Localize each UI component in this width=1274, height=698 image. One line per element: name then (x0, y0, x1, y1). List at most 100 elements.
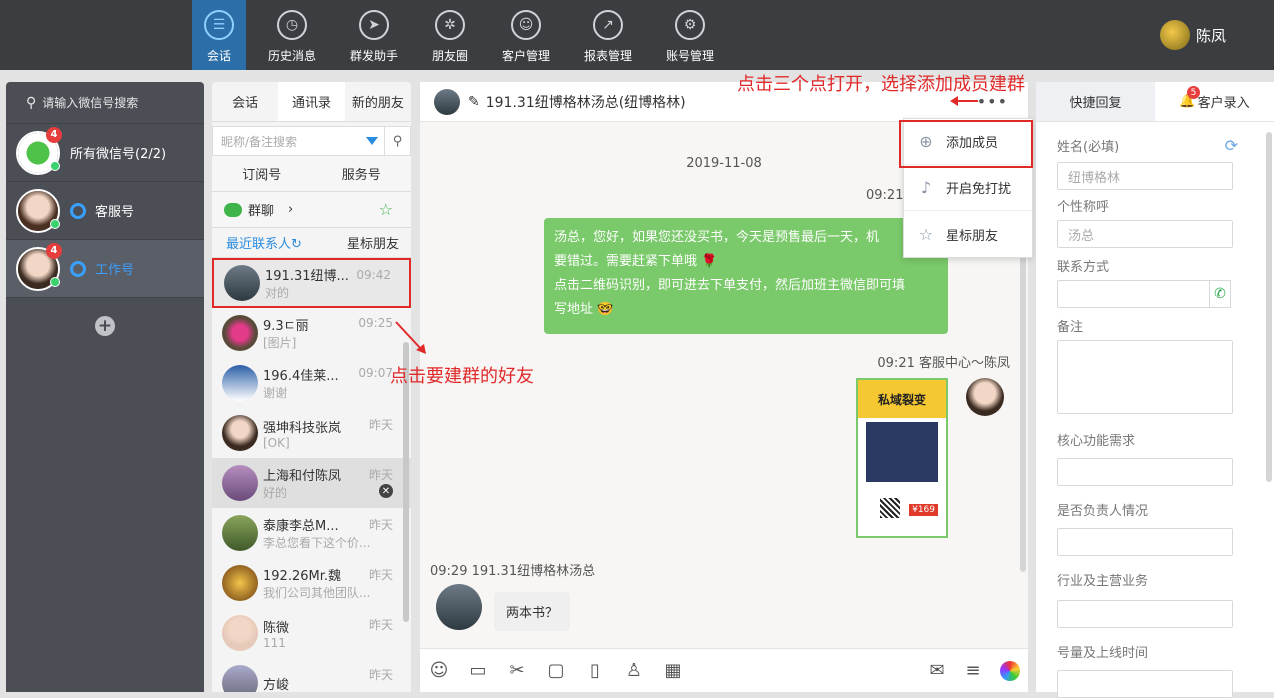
avatar (434, 88, 460, 115)
refresh-icon[interactable]: ⟳ (1225, 136, 1238, 155)
online-dot (50, 160, 60, 171)
annotation-arrow (395, 321, 426, 354)
nav-customers[interactable]: ☺ 客户管理 (496, 0, 556, 70)
group-chats[interactable]: 群聊 › ☆ (212, 192, 411, 228)
contact-item[interactable]: 196.4佳莱... 谢谢 09:07 (212, 358, 411, 408)
field-input[interactable]: 纽博格林 (1057, 162, 1233, 190)
edit-icon[interactable]: ✎ (468, 94, 480, 110)
recent-header: 最近联系人↻ 星标朋友 (212, 228, 411, 258)
contact-item[interactable]: 陈微 111 昨天 (212, 608, 411, 658)
file-icon[interactable]: ▯ (584, 660, 606, 681)
message-line: 点击二维码识别，即可进去下单支付，然后加班主微信即可填 (554, 278, 906, 293)
dropdown-icon[interactable] (366, 137, 378, 145)
nav-history[interactable]: ◷ 历史消息 (262, 0, 322, 70)
menu-item-star[interactable]: ☆ 星标朋友 (904, 211, 1032, 257)
tab-customer-entry[interactable]: 🔔 5 客户录入 (1155, 82, 1274, 121)
contact-last-message: [OK] (263, 435, 290, 450)
avatar (224, 265, 260, 301)
send-icon: ➤ (359, 10, 389, 40)
contact-list-panel: 会话 通讯录 新的朋友 昵称/备注搜索 ⚲ 订阅号 服务号 群聊 › ☆ 最近联… (212, 82, 411, 692)
contact-item[interactable]: 方峻 昨天 (212, 658, 411, 692)
field-input[interactable] (1057, 340, 1233, 414)
message-bubble-sent: 汤总，您好，如果您还没买书，今天是预售最后一天，机 要错过。需要赶紧下单哦 🌹 … (544, 218, 948, 334)
contact-name: 陈微 (263, 620, 290, 636)
avatar: 4 (16, 242, 62, 291)
monitor-icon[interactable]: ▢ (545, 660, 567, 681)
contact-name: 191.31纽博... (265, 269, 349, 284)
contact-time: 09:42 (356, 268, 391, 282)
contact-search-input[interactable]: 昵称/备注搜索 ⚲ (212, 126, 411, 156)
nav-broadcast[interactable]: ➤ 群发助手 (344, 0, 404, 70)
books-image (866, 422, 938, 482)
avatar (16, 188, 60, 233)
service-accounts[interactable]: 服务号 (342, 164, 381, 183)
recent-contacts-tab[interactable]: 最近联系人↻ (226, 233, 302, 252)
scrollbar[interactable] (1020, 212, 1026, 572)
user-menu[interactable]: 陈凤 (1159, 20, 1226, 50)
field-input[interactable] (1057, 528, 1233, 556)
contact-card-icon[interactable]: ♙ (623, 660, 645, 681)
scrollbar[interactable] (1266, 132, 1272, 482)
subscription-accounts[interactable]: 订阅号 (242, 164, 281, 183)
account-search-placeholder: 请输入微信号搜索 (42, 96, 139, 110)
starred-friends-tab[interactable]: 星标朋友 (347, 233, 399, 252)
scissors-icon[interactable]: ✂ (506, 660, 528, 681)
contact-item[interactable]: 强坤科技张岚 [OK] 昨天 (212, 408, 411, 458)
menu-item-mute[interactable]: ♪ 开启免打扰 (904, 165, 1032, 211)
account-item-service[interactable]: 客服号 (6, 182, 204, 240)
contact-item[interactable]: 泰康李总M... 李总您看下这个价... 昨天 (212, 508, 411, 558)
contact-last-message: [图片] (263, 336, 297, 350)
quick-reply-icon[interactable]: ✉ (926, 660, 948, 681)
chat-title: 191.31纽博格林汤总(纽博格林) (485, 94, 686, 111)
contact-time: 昨天 (368, 518, 393, 532)
tab-contacts[interactable]: 通讯录 (278, 82, 345, 121)
qr-icon[interactable]: ▦ (662, 660, 684, 681)
close-icon[interactable]: ✕ (379, 484, 393, 498)
account-item-all[interactable]: 4 所有微信号(2/2) (6, 124, 204, 182)
contact-item[interactable]: 上海和付陈凤 好的 昨天 ✕ (212, 458, 411, 508)
nav-conversations[interactable]: ☰ 会话 (192, 0, 246, 70)
emoji-icon[interactable]: ☺ (428, 660, 450, 681)
star-icon[interactable]: ☆ (379, 200, 393, 219)
field-label: 联系方式 (1057, 260, 1110, 275)
search-icon[interactable]: ⚲ (384, 127, 410, 155)
message-time: 09:21 (866, 188, 904, 203)
nav-accounts[interactable]: ⚙ 账号管理 (660, 0, 720, 70)
contact-item[interactable]: 192.26Mr.魏 我们公司其他团队... 昨天 (212, 558, 411, 608)
poster-image[interactable]: 私域裂变 ¥169 (856, 378, 948, 538)
unread-badge: 4 (46, 242, 62, 259)
record-icon[interactable]: ≡ (962, 660, 984, 681)
avatar (222, 365, 258, 401)
tab-new-friends[interactable]: 新的朋友 (345, 82, 411, 121)
message-line: 要错过。需要赶紧下单哦 🌹 (554, 254, 718, 269)
account-search[interactable]: ⚲ 请输入微信号搜索 (6, 82, 204, 124)
field-input[interactable]: 汤总 (1057, 220, 1233, 248)
avatar (222, 615, 258, 651)
online-dot (50, 218, 60, 229)
contact-time: 09:07 (358, 366, 393, 380)
add-account-button[interactable]: + (6, 298, 204, 354)
chart-icon: ↗ (593, 10, 623, 40)
right-tabs: 快捷回复 🔔 5 客户录入 (1036, 82, 1274, 122)
plus-icon: + (95, 316, 115, 336)
message-meta: 09:21 客服中心～陈凤 (877, 356, 1010, 371)
nav-moments[interactable]: ✲ 朋友圈 (424, 0, 476, 70)
field-input[interactable] (1057, 280, 1231, 308)
contact-item[interactable]: 9.3ㄷ丽 [图片] 09:25 (212, 308, 411, 358)
app-icon[interactable] (1000, 660, 1020, 681)
nav-reports[interactable]: ↗ 报表管理 (578, 0, 638, 70)
field-label: 核心功能需求 (1057, 434, 1136, 449)
phone-icon[interactable]: ✆ (1209, 280, 1231, 308)
folder-icon[interactable]: ▭ (467, 660, 489, 681)
field-input[interactable] (1057, 458, 1233, 486)
field-input[interactable] (1057, 600, 1233, 628)
field-label: 姓名(必填) (1057, 140, 1120, 155)
annotation-arrow (956, 100, 978, 102)
account-item-work[interactable]: 4 工作号 (6, 240, 204, 298)
tab-quick-reply[interactable]: 快捷回复 (1036, 82, 1155, 121)
field-input[interactable] (1057, 670, 1233, 698)
contact-name: 9.3ㄷ丽 (263, 319, 309, 334)
contact-item[interactable]: 191.31纽博... 对的 09:42 (212, 258, 411, 308)
tab-conversations[interactable]: 会话 (212, 82, 278, 121)
status-icon (70, 260, 86, 277)
